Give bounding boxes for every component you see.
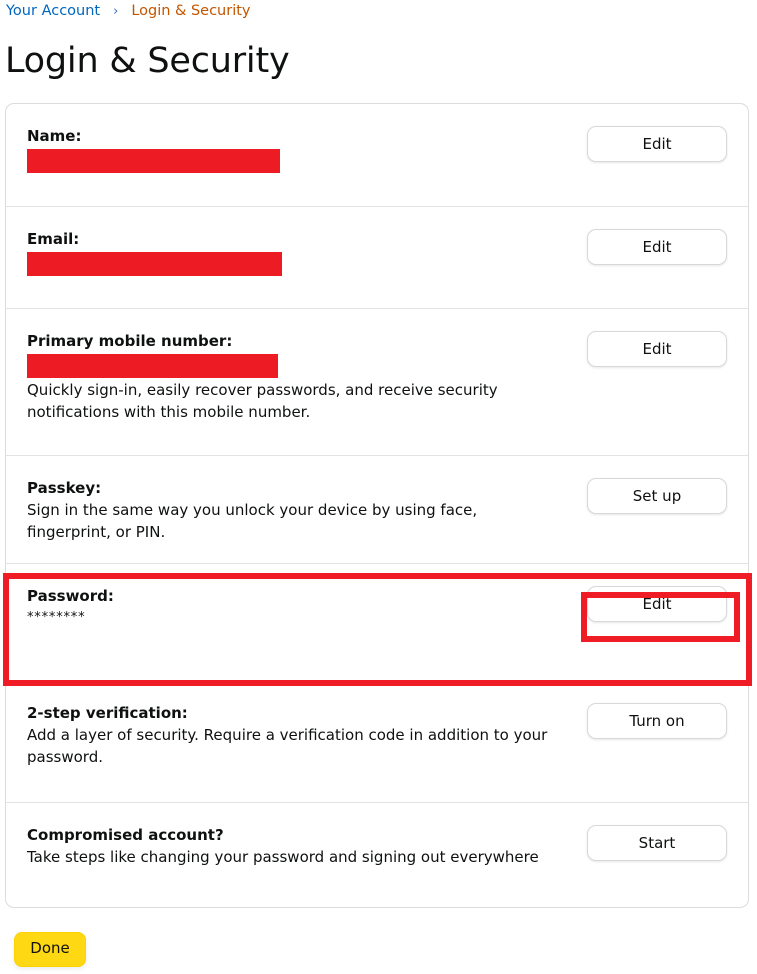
turn-on-two-step-button[interactable]: Turn on [587, 703, 727, 739]
password-masked-value: ******** [27, 610, 86, 626]
row-email: Email: Edit [6, 207, 748, 309]
row-name-label: Name: [27, 127, 82, 145]
row-primary-mobile-number-label: Primary mobile number: [27, 332, 233, 350]
breadcrumb-separator-icon: › [113, 3, 119, 19]
row-two-step-verification-description: Add a layer of security. Require a verif… [27, 726, 548, 767]
row-email-label: Email: [27, 230, 80, 248]
redaction-bar-name [27, 149, 280, 174]
redaction-bar-email [27, 252, 282, 277]
row-compromised-account-description: Take steps like changing your password a… [27, 848, 539, 867]
row-primary-mobile-number-description: Quickly sign-in, easily recover password… [27, 381, 498, 422]
page-title: Login & Security [5, 41, 290, 81]
edit-mobile-button[interactable]: Edit [587, 331, 727, 367]
redaction-bar-mobile [27, 354, 278, 379]
login-security-card: Name: Edit Email: Edit Primary mobile nu… [5, 103, 749, 908]
row-passkey: Passkey: Sign in the same way you unlock… [6, 456, 748, 564]
row-compromised-account-label: Compromised account? [27, 826, 224, 844]
row-passkey-label: Passkey: [27, 479, 102, 497]
row-name-body: Name: [27, 126, 587, 174]
breadcrumb: Your Account › Login & Security [6, 0, 251, 22]
row-compromised-account: Compromised account? Take steps like cha… [6, 803, 748, 907]
edit-email-button[interactable]: Edit [587, 229, 727, 265]
edit-name-button[interactable]: Edit [587, 126, 727, 162]
row-password-body: Password: ******** [27, 586, 587, 626]
done-button[interactable]: Done [14, 932, 86, 967]
row-email-body: Email: [27, 229, 587, 277]
row-passkey-description: Sign in the same way you unlock your dev… [27, 501, 478, 542]
row-two-step-verification-label: 2-step verification: [27, 704, 188, 722]
edit-password-button[interactable]: Edit [587, 586, 727, 622]
row-password-label: Password: [27, 587, 114, 605]
breadcrumb-current-login-security: Login & Security [131, 3, 251, 19]
row-two-step-verification: 2-step verification: Add a layer of secu… [6, 681, 748, 803]
start-compromised-account-button[interactable]: Start [587, 825, 727, 861]
set-up-passkey-button[interactable]: Set up [587, 478, 727, 514]
row-name: Name: Edit [6, 104, 748, 207]
row-password: Password: ******** Edit [6, 564, 748, 681]
row-passkey-body: Passkey: Sign in the same way you unlock… [27, 478, 587, 544]
row-primary-mobile-number: Primary mobile number: Quickly sign-in, … [6, 309, 748, 456]
breadcrumb-link-your-account[interactable]: Your Account [6, 3, 100, 19]
row-primary-mobile-number-body: Primary mobile number: Quickly sign-in, … [27, 331, 587, 424]
row-two-step-verification-body: 2-step verification: Add a layer of secu… [27, 703, 587, 769]
row-compromised-account-body: Compromised account? Take steps like cha… [27, 825, 587, 868]
